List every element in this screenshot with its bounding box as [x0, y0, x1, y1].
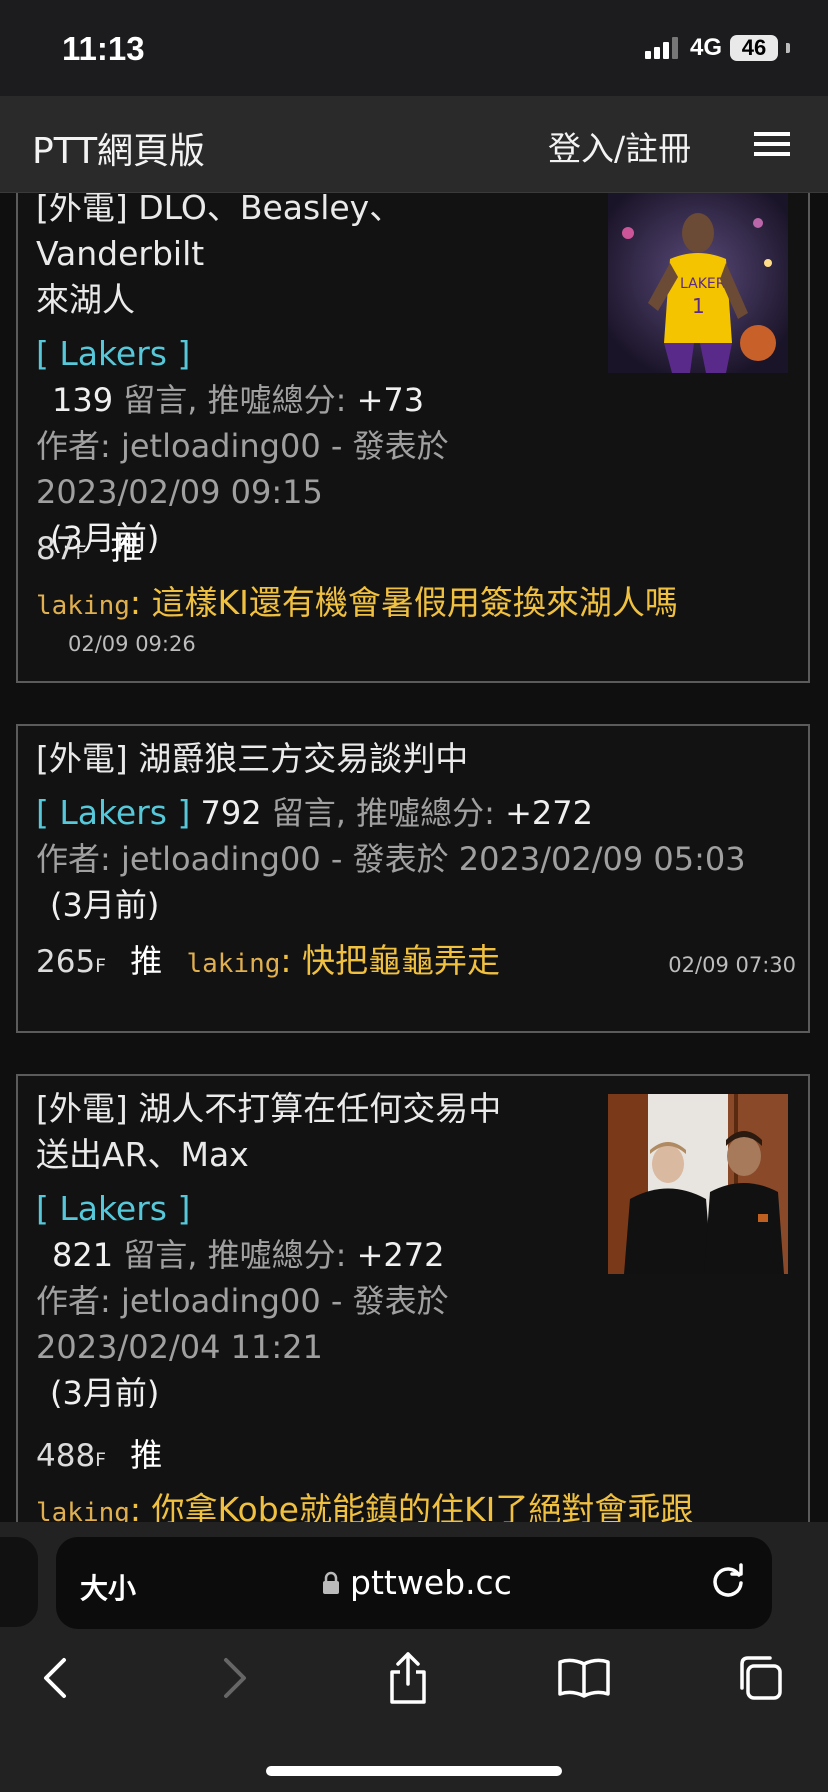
- posted-ago: (3月前): [50, 1374, 160, 1412]
- article-card[interactable]: [外電] 湖爵狼三方交易談判中 [ Lakers ] 792 留言, 推噓總分:…: [16, 724, 810, 1033]
- lock-icon: [323, 1571, 339, 1594]
- share-icon[interactable]: [386, 1650, 430, 1706]
- board-tag[interactable]: [ Lakers ]: [36, 793, 190, 832]
- title-line: [外電] DLO、Beasley、Vanderbilt: [36, 193, 403, 273]
- posted-date: 2023/02/09 09:15: [36, 473, 323, 511]
- comment-label: 留言, 推噓總分:: [123, 1236, 347, 1274]
- author-name[interactable]: jetloading00: [121, 427, 321, 465]
- comment-label: 留言, 推噓總分:: [271, 794, 495, 832]
- comment-floor: 488F: [36, 1438, 107, 1474]
- comment-label: 留言, 推噓總分:: [123, 381, 347, 419]
- article-list[interactable]: [外電] DLO、Beasley、Vanderbilt 來湖人 [ Lakers…: [0, 193, 828, 1522]
- comment-text: : 這樣KI還有機會暑假用簽換來湖人嗎: [129, 583, 678, 622]
- author-name[interactable]: jetloading00: [121, 840, 321, 878]
- title-line: 送出AR、Max: [36, 1135, 249, 1174]
- article-title[interactable]: [外電] 湖爵狼三方交易談判中: [36, 736, 796, 782]
- posted-date: 2023/02/04 11:21: [36, 1328, 323, 1366]
- comment-time: 02/09 09:26: [68, 632, 196, 656]
- board-tag[interactable]: [ Lakers ]: [36, 1189, 190, 1228]
- article-title[interactable]: [外電] 湖人不打算在任何交易中 送出AR、Max: [36, 1086, 516, 1178]
- comment-count: 792: [200, 794, 262, 832]
- comment-floor: 265F: [36, 944, 107, 980]
- url-display[interactable]: pttweb.cc: [322, 1563, 512, 1602]
- article-card[interactable]: [外電] DLO、Beasley、Vanderbilt 來湖人 [ Lakers…: [16, 193, 810, 683]
- commenter-name[interactable]: laking: [186, 949, 280, 979]
- laker-player-photo[interactable]: LAKERS 1: [608, 193, 788, 373]
- previous-tab-stub[interactable]: [0, 1537, 38, 1627]
- battery-cap: [786, 43, 790, 53]
- posted-label: - 發表於: [330, 840, 449, 878]
- board-tag[interactable]: [ Lakers ]: [36, 334, 190, 373]
- commenter-name[interactable]: laking: [36, 591, 130, 621]
- login-register-link[interactable]: 登入/註冊: [548, 122, 691, 170]
- signal-icon: [644, 37, 678, 59]
- title-line: 來湖人: [36, 280, 135, 319]
- tabs-icon[interactable]: [734, 1654, 784, 1702]
- comment-time: 02/09 07:30: [668, 953, 796, 977]
- network-type: 4G: [689, 34, 722, 61]
- push-score: +272: [505, 794, 593, 832]
- author-prefix: 作者:: [36, 1282, 111, 1320]
- back-icon[interactable]: [40, 1656, 70, 1700]
- comment-count: 821: [52, 1236, 114, 1274]
- commenter-name[interactable]: laking: [36, 1498, 130, 1522]
- url-text: pttweb.cc: [350, 1563, 512, 1602]
- comment-count: 139: [52, 381, 114, 419]
- status-time: 11:13: [62, 30, 145, 67]
- article-title[interactable]: [外電] DLO、Beasley、Vanderbilt 來湖人: [36, 193, 516, 323]
- push-label: 推: [130, 1436, 163, 1474]
- posted-label: - 發表於: [330, 427, 449, 465]
- push-score: +73: [356, 381, 425, 419]
- posted-date: 2023/02/09 05:03: [458, 840, 746, 878]
- title-line: [外電] 湖人不打算在任何交易中: [36, 1089, 502, 1128]
- author-name[interactable]: jetloading00: [121, 1282, 321, 1320]
- text-size-button[interactable]: 大小: [80, 1567, 136, 1607]
- battery-icon: 46: [730, 35, 778, 61]
- comment-text: : 你拿Kobe就能鎮的住KI了絕對會乖跟: [129, 1490, 694, 1522]
- article-card[interactable]: [外電] 湖人不打算在任何交易中 送出AR、Max [ Lakers ] 821…: [16, 1074, 810, 1522]
- push-score: +272: [356, 1236, 445, 1274]
- app-header: PTT網頁版 登入/註冊: [0, 96, 828, 193]
- push-label: 推: [130, 942, 163, 980]
- status-indicators: 4G 46: [644, 34, 790, 62]
- svg-text:1: 1: [692, 294, 705, 318]
- site-title[interactable]: PTT網頁版: [32, 122, 205, 174]
- push-label: 推: [110, 529, 143, 567]
- bookmarks-icon[interactable]: [556, 1656, 612, 1700]
- posted-label: - 發表於: [330, 1282, 449, 1320]
- hamburger-menu-icon[interactable]: [754, 130, 790, 158]
- comment-text: : 快把龜龜弄走: [280, 941, 500, 980]
- author-prefix: 作者:: [36, 840, 111, 878]
- address-bar[interactable]: 大小 pttweb.cc: [56, 1537, 772, 1629]
- comment-floor: 87F: [36, 531, 87, 567]
- home-indicator[interactable]: [266, 1766, 562, 1776]
- forward-icon[interactable]: [220, 1656, 250, 1700]
- author-prefix: 作者:: [36, 427, 111, 465]
- posted-ago: (3月前): [50, 886, 160, 924]
- two-players-photo[interactable]: [608, 1094, 788, 1274]
- status-bar: 11:13 4G 46: [0, 0, 828, 96]
- reload-icon[interactable]: [708, 1561, 748, 1601]
